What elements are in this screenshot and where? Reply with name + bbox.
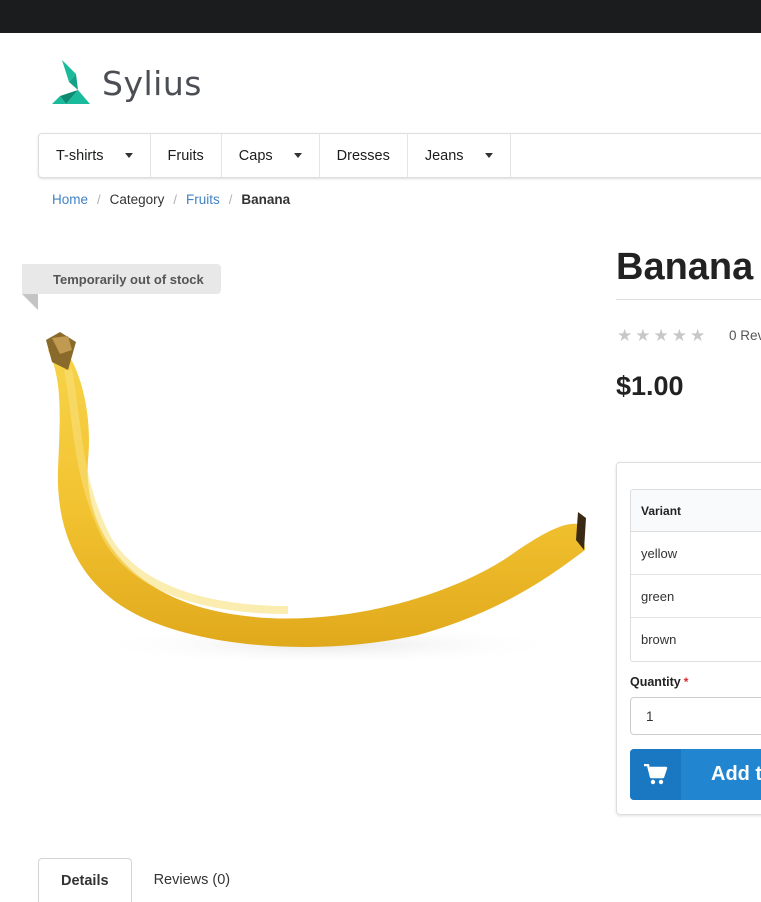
menu-item-jeans[interactable]: Jeans — [408, 134, 511, 177]
variant-column-header: Variant — [631, 490, 761, 532]
sylius-logo[interactable]: Sylius — [52, 60, 202, 106]
variant-table: Variant yellow green brown — [630, 489, 761, 662]
main-menu: T-shirts Fruits Caps Dresses Jeans — [38, 133, 761, 178]
banana-image — [46, 332, 586, 660]
shopping-cart-icon — [643, 763, 667, 784]
brand-name: Sylius — [102, 63, 202, 103]
reviews-count[interactable]: 0 Rev — [729, 328, 761, 343]
star-icon: ★ — [635, 326, 651, 345]
cart-icon-box — [630, 749, 681, 800]
top-bar — [0, 0, 761, 33]
star-icon: ★ — [690, 326, 706, 345]
quantity-input[interactable] — [630, 697, 761, 735]
quantity-label: Quantity * — [630, 675, 688, 689]
tab-reviews[interactable]: Reviews (0) — [132, 858, 253, 902]
caret-down-icon — [124, 153, 133, 158]
sylius-swan-icon — [52, 60, 90, 104]
breadcrumb-fruits-link[interactable]: Fruits — [186, 192, 220, 207]
menu-item-dresses[interactable]: Dresses — [320, 134, 408, 177]
breadcrumb-divider: / — [173, 191, 178, 207]
caret-down-icon — [484, 153, 493, 158]
breadcrumb-divider: / — [97, 191, 101, 207]
menu-item-label: Caps — [238, 147, 273, 164]
star-icon: ★ — [671, 326, 687, 345]
product-title: Banana — [616, 246, 754, 288]
product-tabs: Details Reviews (0) — [38, 858, 252, 902]
menu-item-fruits[interactable]: Fruits — [151, 134, 222, 177]
variant-row-green[interactable]: green — [631, 575, 761, 618]
menu-item-caps[interactable]: Caps — [222, 134, 320, 177]
rating-stars: ★ ★ ★ ★ ★ — [617, 327, 708, 344]
caret-down-icon — [293, 153, 302, 158]
title-divider — [616, 299, 761, 300]
stock-ribbon: Temporarily out of stock — [22, 264, 221, 294]
menu-item-label: Jeans — [424, 147, 464, 164]
product-image[interactable] — [38, 250, 588, 660]
star-icon: ★ — [617, 326, 633, 345]
tab-details[interactable]: Details — [38, 858, 132, 902]
variant-row-brown[interactable]: brown — [631, 618, 761, 661]
add-to-cart-label: Add t — [711, 763, 761, 785]
star-icon: ★ — [653, 326, 669, 345]
ribbon-fold — [22, 294, 38, 310]
breadcrumb-divider: / — [228, 191, 233, 207]
menu-item-tshirts[interactable]: T-shirts — [39, 134, 151, 177]
quantity-label-text: Quantity — [630, 675, 681, 689]
add-to-cart-button[interactable]: Add t — [630, 749, 761, 800]
breadcrumb-category: Category — [109, 191, 165, 207]
menu-item-label: Dresses — [336, 147, 390, 164]
required-marker: * — [683, 675, 689, 689]
breadcrumb: Home / Category / Fruits / Banana — [52, 190, 290, 208]
breadcrumb-home-link[interactable]: Home — [52, 192, 88, 207]
breadcrumb-current: Banana — [241, 191, 291, 207]
menu-item-label: T-shirts — [56, 147, 104, 164]
product-price: $1.00 — [616, 371, 684, 401]
variant-row-yellow[interactable]: yellow — [631, 532, 761, 575]
menu-item-label: Fruits — [167, 147, 204, 164]
